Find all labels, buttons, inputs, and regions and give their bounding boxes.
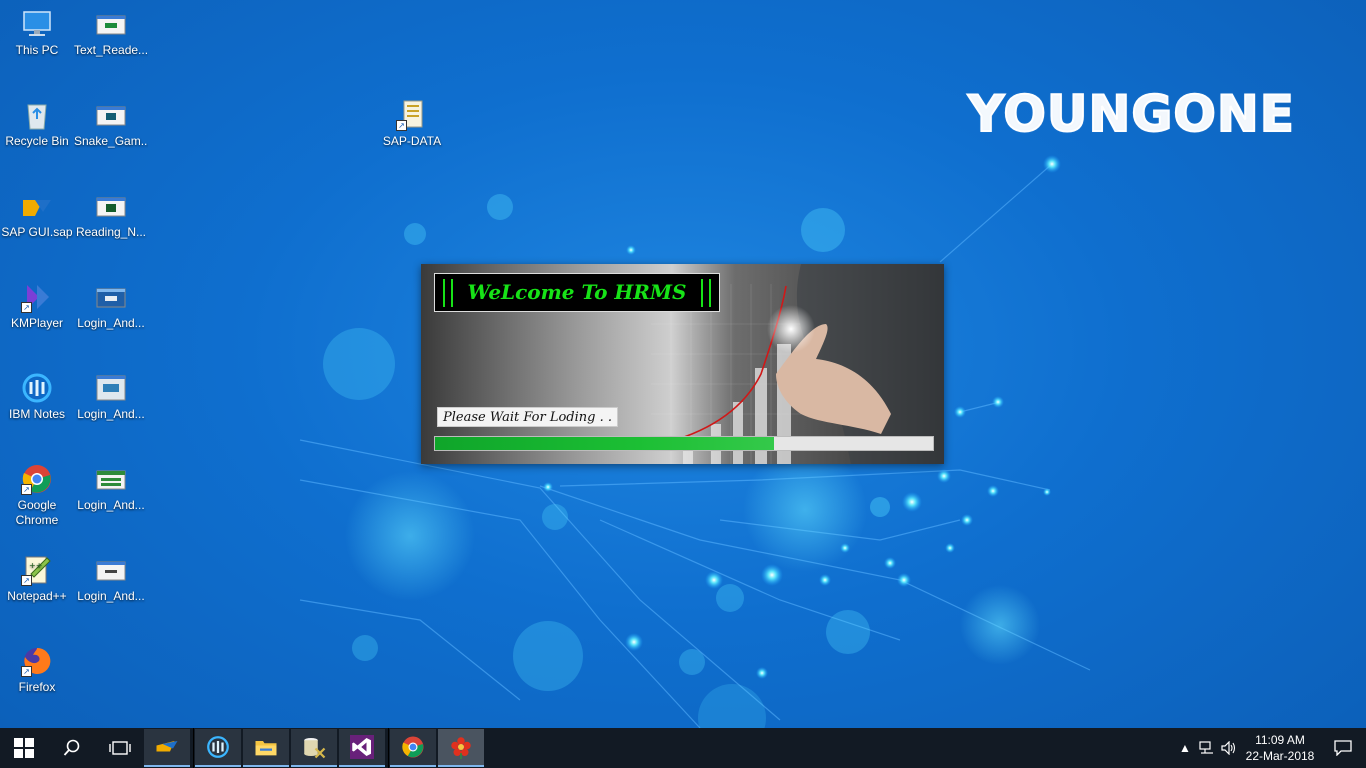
volume-button[interactable] <box>1218 728 1240 768</box>
desktop-icon-text-reader[interactable]: Text_Reade... <box>74 8 148 58</box>
banner-bar-left <box>443 279 453 307</box>
hrms-splash-window: WeLcome To HRMS Please Wait For Loding .… <box>421 264 944 464</box>
app-window-icon <box>95 463 127 495</box>
firefox-icon: ↗ <box>21 645 53 677</box>
kmplayer-icon: ↗ <box>21 281 53 313</box>
desktop-icon-sap-data[interactable]: ↗ SAP-DATA <box>375 99 449 149</box>
taskbar-app-chrome[interactable] <box>390 729 436 767</box>
show-hidden-icons-button[interactable]: ▲ <box>1174 728 1196 768</box>
search-button[interactable] <box>48 728 96 768</box>
search-icon <box>63 739 80 756</box>
taskbar: ▲ 11:09 AM 22-Mar-2018 <box>0 728 1366 768</box>
network-icon <box>1199 741 1213 754</box>
desktop-icon-label: Recycle Bin <box>5 134 69 148</box>
loading-progress-fill <box>435 437 774 450</box>
desktop-icon-label: IBM Notes <box>8 407 65 421</box>
sap-logo-icon <box>21 190 53 222</box>
taskbar-app-ibm-notes[interactable] <box>195 729 241 767</box>
welcome-text: WeLcome To HRMS <box>467 280 687 304</box>
file-explorer-icon <box>255 741 277 756</box>
speaker-icon <box>1221 741 1236 755</box>
notepad-plus-icon: ++ ↗ <box>21 554 53 586</box>
task-view-button[interactable] <box>96 728 144 768</box>
taskbar-separator <box>193 728 194 768</box>
desktop-icon-sap-gui[interactable]: SAP GUI.sap <box>0 190 74 240</box>
clock-date: 22-Mar-2018 <box>1245 749 1315 763</box>
desktop-icon-label: Text_Reade... <box>74 43 148 57</box>
windows-logo-icon <box>14 738 34 758</box>
flower-app-icon <box>451 737 471 759</box>
desktop-icon-kmplayer[interactable]: ↗ KMPlayer <box>0 281 74 331</box>
loading-progress-bar <box>434 436 934 451</box>
desktop-icon-label: Firefox <box>18 680 56 694</box>
desktop-icon-label: Google Chrome <box>15 498 59 527</box>
app-window-icon <box>95 99 127 131</box>
task-view-icon <box>109 741 131 755</box>
chrome-icon: ↗ <box>21 463 53 495</box>
desktop-icon-login-3[interactable]: Login_And... <box>74 463 148 513</box>
desktop-icon-firefox[interactable]: ↗ Firefox <box>0 645 74 695</box>
desktop-icon-label: Reading_N... <box>75 225 147 239</box>
desktop-icon-label: This PC <box>15 43 59 57</box>
desktop-icon-label: SAP GUI.sap <box>1 225 73 239</box>
app-window-icon <box>95 8 127 40</box>
notification-icon <box>1334 740 1352 756</box>
loading-status-label: Please Wait For Loding . . . <box>437 407 618 445</box>
taskbar-app-sap[interactable] <box>144 729 190 767</box>
taskbar-app-visual-studio[interactable] <box>339 729 385 767</box>
start-button[interactable] <box>0 728 48 768</box>
desktop-icon-label: SAP-DATA <box>382 134 442 148</box>
database-tools-icon <box>304 738 326 759</box>
action-center-button[interactable] <box>1320 728 1366 768</box>
ibm-notes-icon <box>207 736 229 758</box>
desktop-icon-label: Login_And... <box>77 316 145 330</box>
desktop-icon-label: Login_And... <box>77 407 145 421</box>
taskbar-separator <box>388 728 389 768</box>
app-window-icon <box>95 554 127 586</box>
desktop-icon-this-pc[interactable]: This PC <box>0 8 74 58</box>
welcome-banner: WeLcome To HRMS <box>434 273 720 312</box>
desktop-icon-snake-game[interactable]: Snake_Gam... <box>74 99 148 149</box>
clock-time: 11:09 AM <box>1255 733 1305 747</box>
banner-bar-right <box>701 279 711 307</box>
svg-text:++: ++ <box>29 561 42 570</box>
desktop-icon-login-1[interactable]: Login_And... <box>74 281 148 331</box>
desktop-icon-login-2[interactable]: Login_And... <box>74 372 148 422</box>
visual-studio-icon <box>350 735 374 759</box>
desktop-icon-label: Snake_Gam... <box>74 134 148 148</box>
desktop-icon-label: Login_And... <box>77 498 145 512</box>
desktop-icon-label: Login_And... <box>77 589 145 603</box>
desktop-icon-label: Notepad++ <box>7 589 67 603</box>
system-tray: ▲ 11:09 AM 22-Mar-2018 <box>1174 728 1366 768</box>
taskbar-clock[interactable]: 11:09 AM 22-Mar-2018 <box>1240 732 1320 764</box>
app-window-icon <box>95 190 127 222</box>
desktop-icon-login-4[interactable]: Login_And... <box>74 554 148 604</box>
desktop-icon-google-chrome[interactable]: ↗ Google Chrome <box>0 463 74 528</box>
brand-logo-text: YOUNGONE <box>967 85 1295 143</box>
network-button[interactable] <box>1196 728 1218 768</box>
sap-logo-icon <box>156 741 178 752</box>
desktop-icon-notepad-plus[interactable]: ++ ↗ Notepad++ <box>0 554 74 604</box>
desktop-icon-reading[interactable]: Reading_N... <box>74 190 148 240</box>
chevron-up-icon: ▲ <box>1179 741 1191 755</box>
app-window-icon <box>95 281 127 313</box>
recycle-bin-icon <box>21 99 53 131</box>
taskbar-app-database-tools[interactable] <box>291 729 337 767</box>
brand-logo: YOUNGONE <box>967 85 1295 143</box>
ibm-notes-icon <box>21 372 53 404</box>
this-pc-icon <box>21 8 53 40</box>
folder-shortcut-icon: ↗ <box>396 99 428 131</box>
app-window-icon <box>95 372 127 404</box>
taskbar-app-hrms[interactable] <box>438 729 484 767</box>
desktop-icon-ibm-notes[interactable]: IBM Notes <box>0 372 74 422</box>
desktop-icon-label: KMPlayer <box>10 316 63 330</box>
taskbar-app-file-explorer[interactable] <box>243 729 289 767</box>
desktop-icon-recycle-bin[interactable]: Recycle Bin <box>0 99 74 149</box>
chrome-icon <box>402 736 424 758</box>
